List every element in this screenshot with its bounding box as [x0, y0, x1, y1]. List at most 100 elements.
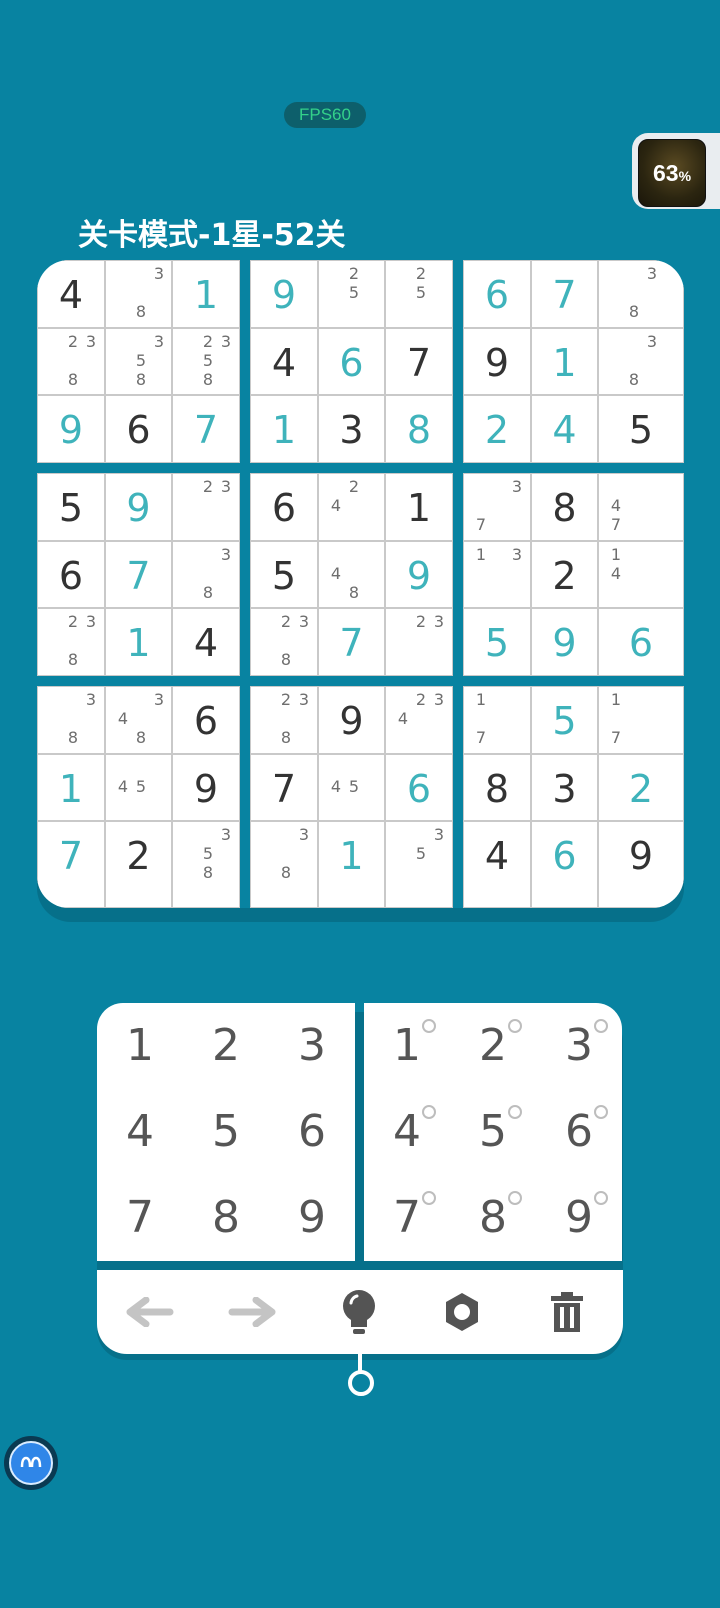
sudoku-cell[interactable]: 4 [250, 328, 318, 395]
sudoku-cell[interactable]: 9 [250, 260, 318, 328]
sudoku-cell[interactable]: 1 [385, 473, 453, 541]
sudoku-cell[interactable]: 35 [385, 821, 453, 908]
sudoku-cell[interactable]: 17 [463, 686, 531, 754]
sudoku-cell[interactable]: 6 [385, 754, 453, 821]
sudoku-cell[interactable]: 2358 [172, 328, 240, 395]
sudoku-cell[interactable]: 24 [318, 473, 385, 541]
sudoku-cell[interactable]: 7 [385, 328, 453, 395]
sudoku-cell[interactable]: 1 [531, 328, 598, 395]
note-key-4[interactable]: 4 [364, 1089, 450, 1175]
sudoku-cell[interactable]: 1 [105, 608, 172, 676]
sudoku-cell[interactable]: 238 [37, 608, 105, 676]
sudoku-cell[interactable]: 9 [318, 686, 385, 754]
number-key-1[interactable]: 1 [97, 1003, 183, 1089]
sudoku-cell[interactable]: 1 [172, 260, 240, 328]
note-key-3[interactable]: 3 [536, 1003, 622, 1089]
sudoku-cell[interactable]: 8 [385, 395, 453, 463]
sudoku-cell[interactable]: 9 [385, 541, 453, 608]
number-key-2[interactable]: 2 [183, 1003, 269, 1089]
sudoku-cell[interactable]: 45 [318, 754, 385, 821]
sudoku-cell[interactable]: 25 [318, 260, 385, 328]
sudoku-cell[interactable]: 7 [172, 395, 240, 463]
note-key-6[interactable]: 6 [536, 1089, 622, 1175]
sudoku-cell[interactable]: 7 [318, 608, 385, 676]
progress-badge[interactable]: 63% [638, 139, 706, 207]
sudoku-cell[interactable]: 38 [598, 260, 684, 328]
sudoku-cell[interactable]: 38 [250, 821, 318, 908]
settings-gear-icon[interactable] [432, 1282, 492, 1342]
sudoku-cell[interactable]: 1 [250, 395, 318, 463]
sudoku-cell[interactable]: 4 [37, 260, 105, 328]
sudoku-cell[interactable]: 1 [318, 821, 385, 908]
sudoku-cell[interactable]: 6 [598, 608, 684, 676]
sudoku-cell[interactable]: 5 [250, 541, 318, 608]
sudoku-cell[interactable]: 6 [250, 473, 318, 541]
sudoku-cell[interactable]: 6 [531, 821, 598, 908]
number-key-8[interactable]: 8 [183, 1175, 269, 1261]
sudoku-cell[interactable]: 4 [463, 821, 531, 908]
sudoku-cell[interactable]: 25 [385, 260, 453, 328]
number-key-5[interactable]: 5 [183, 1089, 269, 1175]
note-key-5[interactable]: 5 [450, 1089, 536, 1175]
sudoku-cell[interactable]: 23 [172, 473, 240, 541]
sudoku-cell[interactable]: 6 [318, 328, 385, 395]
sudoku-cell[interactable]: 238 [250, 608, 318, 676]
sudoku-cell[interactable]: 9 [531, 608, 598, 676]
sudoku-cell[interactable]: 38 [598, 328, 684, 395]
note-key-9[interactable]: 9 [536, 1175, 622, 1261]
sudoku-cell[interactable]: 358 [105, 328, 172, 395]
sudoku-cell[interactable]: 238 [250, 686, 318, 754]
redo-arrow-icon[interactable] [223, 1282, 283, 1342]
panel-handle[interactable] [348, 1370, 374, 1396]
sudoku-cell[interactable]: 37 [463, 473, 531, 541]
number-key-9[interactable]: 9 [269, 1175, 355, 1261]
sudoku-cell[interactable]: 234 [385, 686, 453, 754]
sudoku-cell[interactable]: 2 [463, 395, 531, 463]
sudoku-cell[interactable]: 3 [318, 395, 385, 463]
sudoku-cell[interactable]: 238 [37, 328, 105, 395]
sudoku-cell[interactable]: 38 [105, 260, 172, 328]
sudoku-cell[interactable]: 9 [172, 754, 240, 821]
sudoku-cell[interactable]: 6 [172, 686, 240, 754]
sudoku-cell[interactable]: 47 [598, 473, 684, 541]
sudoku-cell[interactable]: 1 [37, 754, 105, 821]
delete-trash-icon[interactable] [537, 1282, 597, 1342]
sudoku-cell[interactable]: 4 [531, 395, 598, 463]
sudoku-cell[interactable]: 2 [105, 821, 172, 908]
sudoku-cell[interactable]: 2 [598, 754, 684, 821]
sudoku-cell[interactable]: 3 [531, 754, 598, 821]
number-key-6[interactable]: 6 [269, 1089, 355, 1175]
sudoku-cell[interactable]: 2 [531, 541, 598, 608]
sudoku-cell[interactable]: 6 [463, 260, 531, 328]
floating-assistant-button[interactable] [4, 1436, 58, 1490]
sudoku-cell[interactable]: 14 [598, 541, 684, 608]
number-key-3[interactable]: 3 [269, 1003, 355, 1089]
sudoku-cell[interactable]: 5 [37, 473, 105, 541]
sudoku-cell[interactable]: 13 [463, 541, 531, 608]
sudoku-cell[interactable]: 6 [105, 395, 172, 463]
number-key-4[interactable]: 4 [97, 1089, 183, 1175]
sudoku-cell[interactable]: 23 [385, 608, 453, 676]
undo-arrow-icon[interactable] [119, 1282, 179, 1342]
sudoku-cell[interactable]: 7 [250, 754, 318, 821]
sudoku-cell[interactable]: 5 [598, 395, 684, 463]
number-key-7[interactable]: 7 [97, 1175, 183, 1261]
sudoku-cell[interactable]: 45 [105, 754, 172, 821]
sudoku-cell[interactable]: 7 [105, 541, 172, 608]
sudoku-cell[interactable]: 9 [463, 328, 531, 395]
sudoku-cell[interactable]: 5 [531, 686, 598, 754]
sudoku-cell[interactable]: 6 [37, 541, 105, 608]
sudoku-cell[interactable]: 8 [531, 473, 598, 541]
sudoku-cell[interactable]: 348 [105, 686, 172, 754]
progress-badge-panel[interactable]: 63% [632, 133, 720, 209]
note-key-1[interactable]: 1 [364, 1003, 450, 1089]
sudoku-cell[interactable]: 5 [463, 608, 531, 676]
hint-bulb-icon[interactable] [329, 1282, 389, 1342]
note-key-7[interactable]: 7 [364, 1175, 450, 1261]
sudoku-cell[interactable]: 9 [105, 473, 172, 541]
sudoku-cell[interactable]: 17 [598, 686, 684, 754]
sudoku-cell[interactable]: 358 [172, 821, 240, 908]
sudoku-cell[interactable]: 4 [172, 608, 240, 676]
sudoku-cell[interactable]: 9 [37, 395, 105, 463]
sudoku-cell[interactable]: 7 [531, 260, 598, 328]
